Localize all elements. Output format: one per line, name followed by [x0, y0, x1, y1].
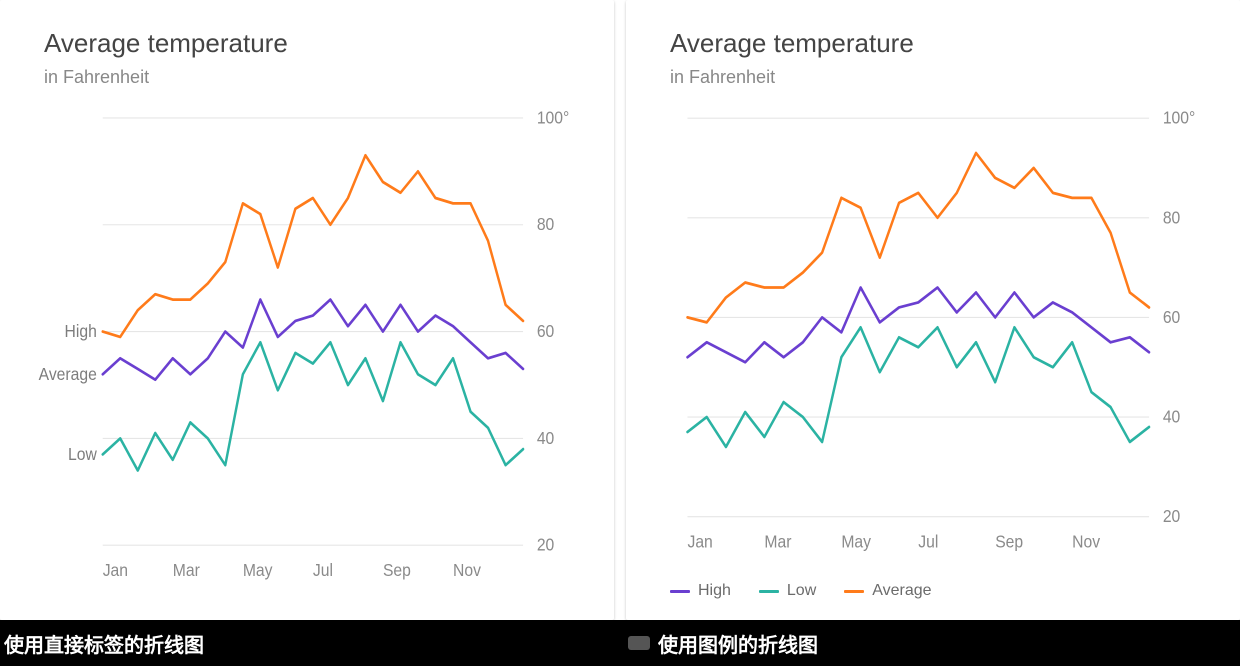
y-tick-label: 20: [537, 535, 554, 555]
x-tick-label: Sep: [995, 532, 1023, 552]
y-tick-label: 40: [1163, 407, 1180, 427]
x-tick-label: Mar: [764, 532, 791, 552]
y-tick-label: 80: [537, 214, 554, 234]
chart-area: 20 40 60 80 100° Jan Mar May Jul Sep Nov High Averag…: [32, 96, 582, 600]
legend-swatch-icon: [670, 590, 690, 593]
chart-svg-right: 20 40 60 80 100° Jan Mar May Jul Sep Nov: [658, 96, 1208, 572]
chart-legend: High Low Average: [658, 572, 1208, 600]
chart-title: Average temperature: [670, 28, 1208, 59]
y-tick-label: 60: [1163, 307, 1180, 327]
x-tick-label: May: [841, 532, 871, 552]
legend-item-average: Average: [844, 582, 931, 600]
x-tick-label: Nov: [1072, 532, 1101, 552]
series-low: [687, 327, 1149, 447]
cards-row: Average temperature in Fahrenheit 20 40 60…: [0, 0, 1240, 620]
chart-title: Average temperature: [44, 28, 582, 59]
series-high: [687, 288, 1149, 363]
caption-right: 使用图例的折线图: [620, 629, 1240, 658]
chart-area: 20 40 60 80 100° Jan Mar May Jul Sep Nov: [658, 96, 1208, 572]
legend-item-high: High: [670, 582, 731, 600]
legend-label: Average: [872, 582, 931, 600]
series-average: [103, 300, 523, 380]
legend-label: Low: [787, 582, 816, 600]
y-tick-label: 80: [1163, 207, 1180, 227]
y-tick-label: 100°: [1163, 108, 1195, 128]
inline-label-high: High: [65, 321, 97, 341]
x-tick-label: May: [243, 560, 273, 580]
x-tick-label: Sep: [383, 560, 411, 580]
x-tick-label: Jan: [103, 560, 128, 580]
caption-left: 使用直接标签的折线图: [0, 629, 620, 658]
x-tick-label: Jan: [687, 532, 712, 552]
chart-subtitle: in Fahrenheit: [670, 67, 1208, 88]
chart-svg-left: 20 40 60 80 100° Jan Mar May Jul Sep Nov High Averag…: [32, 96, 582, 600]
page: Average temperature in Fahrenheit 20 40 60…: [0, 0, 1240, 666]
inline-label-low: Low: [68, 444, 98, 464]
x-tick-label: Nov: [453, 560, 482, 580]
legend-item-low: Low: [759, 582, 816, 600]
chart-card-legend: Average temperature in Fahrenheit 20 40 60…: [626, 0, 1240, 620]
watermark-icon: [628, 636, 650, 650]
series-low: [103, 342, 523, 470]
y-tick-label: 100°: [537, 108, 569, 128]
y-tick-label: 40: [537, 428, 554, 448]
chart-card-inline-labels: Average temperature in Fahrenheit 20 40 60…: [0, 0, 614, 620]
legend-label: High: [698, 582, 731, 600]
inline-label-average: Average: [39, 364, 97, 384]
x-tick-label: Mar: [173, 560, 200, 580]
x-tick-label: Jul: [918, 532, 938, 552]
legend-swatch-icon: [844, 590, 864, 593]
series-average: [687, 153, 1149, 322]
series-high: [103, 155, 523, 337]
caption-right-text: 使用图例的折线图: [658, 635, 818, 657]
chart-subtitle: in Fahrenheit: [44, 67, 582, 88]
x-tick-label: Jul: [313, 560, 333, 580]
caption-bar: 使用直接标签的折线图 使用图例的折线图: [0, 620, 1240, 666]
y-tick-label: 60: [537, 321, 554, 341]
y-tick-label: 20: [1163, 506, 1180, 526]
legend-swatch-icon: [759, 590, 779, 593]
